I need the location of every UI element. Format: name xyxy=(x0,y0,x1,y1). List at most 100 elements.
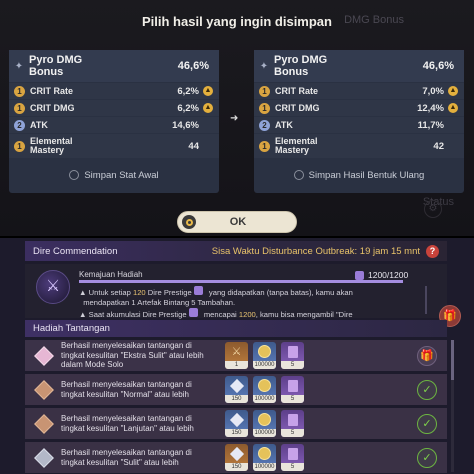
arrow-up-icon: ▲ xyxy=(448,103,458,113)
substat-row: 1 CRIT Rate 6,2% ▲ xyxy=(9,83,219,99)
arrow-up-icon: ▲ xyxy=(203,86,213,96)
substat-name: CRIT Rate xyxy=(275,85,319,96)
challenge-row: Berhasil menyelesaikan tantangan di ting… xyxy=(25,374,447,405)
reward-item[interactable]: 5 xyxy=(281,410,304,437)
progress-label: Kemajuan Hadiah xyxy=(79,270,143,279)
reward-item[interactable]: 5 xyxy=(281,376,304,403)
challenge-description: Berhasil menyelesaikan tantangan di ting… xyxy=(61,413,194,433)
dire-prestige-icon xyxy=(188,307,198,317)
reward-items: 150 100000 5 xyxy=(225,376,309,403)
roll-count-badge: 1 xyxy=(259,85,270,97)
original-stats-panel[interactable]: ✦ Pyro DMG Bonus 46,6% 1 CRIT Rate 6,2% … xyxy=(9,50,219,193)
keep-reshaped-label: Simpan Hasil Bentuk Ulang xyxy=(308,169,425,181)
help-icon[interactable]: ? xyxy=(426,244,439,258)
reward-item[interactable]: 100000 xyxy=(253,410,276,437)
confirm-circle-icon xyxy=(182,215,196,229)
roll-count-badge: 1 xyxy=(14,102,25,114)
book-icon xyxy=(287,379,298,392)
main-stat-value: 46,6% xyxy=(422,60,454,72)
radio-icon[interactable] xyxy=(69,170,80,180)
difficulty-silver-icon xyxy=(33,447,55,469)
reward-item[interactable]: 150 xyxy=(225,444,248,471)
substat-value: 42 xyxy=(433,140,444,152)
keep-original-option[interactable]: Simpan Stat Awal xyxy=(9,161,219,189)
progress-description: ▲ Untuk setiap 120 Dire Prestige yang di… xyxy=(79,286,353,319)
keep-reshaped-option[interactable]: Simpan Hasil Bentuk Ulang xyxy=(254,161,464,189)
book-icon xyxy=(287,413,298,426)
dire-prestige-icon xyxy=(193,286,203,295)
claim-gift-icon[interactable]: 🎁 xyxy=(417,345,437,366)
claimed-check-icon: ✓ xyxy=(417,379,437,400)
reward-item[interactable]: 100000 xyxy=(253,444,276,471)
reward-item[interactable]: 150 xyxy=(225,410,248,437)
reward-item[interactable]: 5 xyxy=(281,444,304,471)
reward-progress-box: ⚔ Kemajuan Hadiah 1200/1200 ▲ Untuk seti… xyxy=(25,264,461,327)
roll-count-badge: 2 xyxy=(259,119,270,131)
dire-prestige-icon xyxy=(355,270,364,280)
ok-button-label: OK xyxy=(229,216,247,228)
substat-value: 6,2% xyxy=(177,85,199,97)
primogem-icon xyxy=(229,412,244,427)
challenge-description: Berhasil menyelesaikan tantangan di ting… xyxy=(61,379,192,399)
weapon-icon[interactable]: ⚔ xyxy=(36,270,70,304)
substat-row: 2 ATK 14,6% xyxy=(9,117,219,133)
progress-bar xyxy=(79,280,403,283)
substat-name: CRIT Rate xyxy=(30,85,74,96)
challenge-row: Berhasil menyelesaikan tantangan di ting… xyxy=(25,340,447,371)
roll-count-badge: 1 xyxy=(259,140,270,152)
roll-count-badge: 1 xyxy=(14,85,25,97)
book-icon xyxy=(287,345,298,358)
roll-count-badge: 1 xyxy=(259,102,270,114)
main-stat-name: Pyro DMG Bonus xyxy=(274,54,328,78)
substat-value: 7,0% xyxy=(422,85,444,97)
mora-icon xyxy=(258,447,271,460)
text-scrollbar[interactable] xyxy=(425,286,427,314)
page-title: Pilih hasil yang ingin disimpan xyxy=(142,14,332,29)
arrow-up-icon: ▲ xyxy=(448,86,458,96)
reward-item[interactable]: 5 xyxy=(281,342,304,369)
dire-commendation-header: Dire Commendation Sisa Waktu Disturbance… xyxy=(25,241,447,261)
main-stat-star-icon: ✦ xyxy=(14,60,24,72)
substat-name: CRIT DMG xyxy=(275,102,320,113)
substat-value: 11,7% xyxy=(417,119,444,131)
reshape-result-panel: DMG Bonus Status Pilih hasil yang ingin … xyxy=(0,0,474,236)
substat-name: ATK xyxy=(275,119,293,130)
reward-items: 150 100000 5 xyxy=(225,444,309,471)
difficulty-copper-icon xyxy=(33,413,55,435)
main-stat: ✦ Pyro DMG Bonus 46,6% xyxy=(254,50,464,82)
reward-item[interactable]: 150 xyxy=(225,376,248,403)
main-stat-star-icon: ✦ xyxy=(259,60,269,72)
mora-icon xyxy=(258,345,271,358)
substat-value: 44 xyxy=(188,140,199,152)
reward-items: 150 100000 5 xyxy=(225,410,309,437)
substat-row: 2 ATK 11,7% xyxy=(254,117,464,133)
radio-icon[interactable] xyxy=(293,170,304,180)
difficulty-copper-icon xyxy=(33,379,55,401)
primogem-icon xyxy=(229,446,244,461)
substat-name: Elemental Mastery xyxy=(275,136,318,155)
roll-count-badge: 2 xyxy=(14,119,25,131)
reward-item[interactable]: 100000 xyxy=(253,342,276,369)
progress-count: 1200/1200 xyxy=(355,270,408,280)
reshaped-stats-panel[interactable]: ✦ Pyro DMG Bonus 46,6% 1 CRIT Rate 7,0% … xyxy=(254,50,464,193)
reward-item[interactable]: 100000 xyxy=(253,376,276,403)
substat-value: 6,2% xyxy=(177,102,199,114)
arrow-right-icon: ➜ xyxy=(230,113,239,124)
mora-icon xyxy=(258,379,271,392)
substat-name: CRIT DMG xyxy=(30,102,75,113)
substat-name: ATK xyxy=(30,119,48,130)
challenge-list-scrollbar[interactable] xyxy=(451,340,454,472)
ok-button[interactable]: OK xyxy=(177,211,297,233)
scrollbar-thumb[interactable] xyxy=(451,340,454,380)
progress-bar-fill xyxy=(79,280,403,283)
event-timer: Sisa Waktu Disturbance Outbreak: 19 jam … xyxy=(211,245,420,257)
challenge-description: Berhasil menyelesaikan tantangan di ting… xyxy=(61,447,192,467)
reward-items: ⚔ 1 100000 5 xyxy=(225,342,309,369)
book-icon xyxy=(287,447,298,460)
substat-row: 1 CRIT Rate 7,0% ▲ xyxy=(254,83,464,99)
claimed-check-icon: ✓ xyxy=(417,447,437,468)
roll-count-badge: 1 xyxy=(14,140,25,152)
substat-row: 1 CRIT DMG 6,2% ▲ xyxy=(9,100,219,116)
event-panel: Dire Commendation Sisa Waktu Disturbance… xyxy=(0,238,474,474)
reward-item[interactable]: ⚔ 1 xyxy=(225,342,248,369)
